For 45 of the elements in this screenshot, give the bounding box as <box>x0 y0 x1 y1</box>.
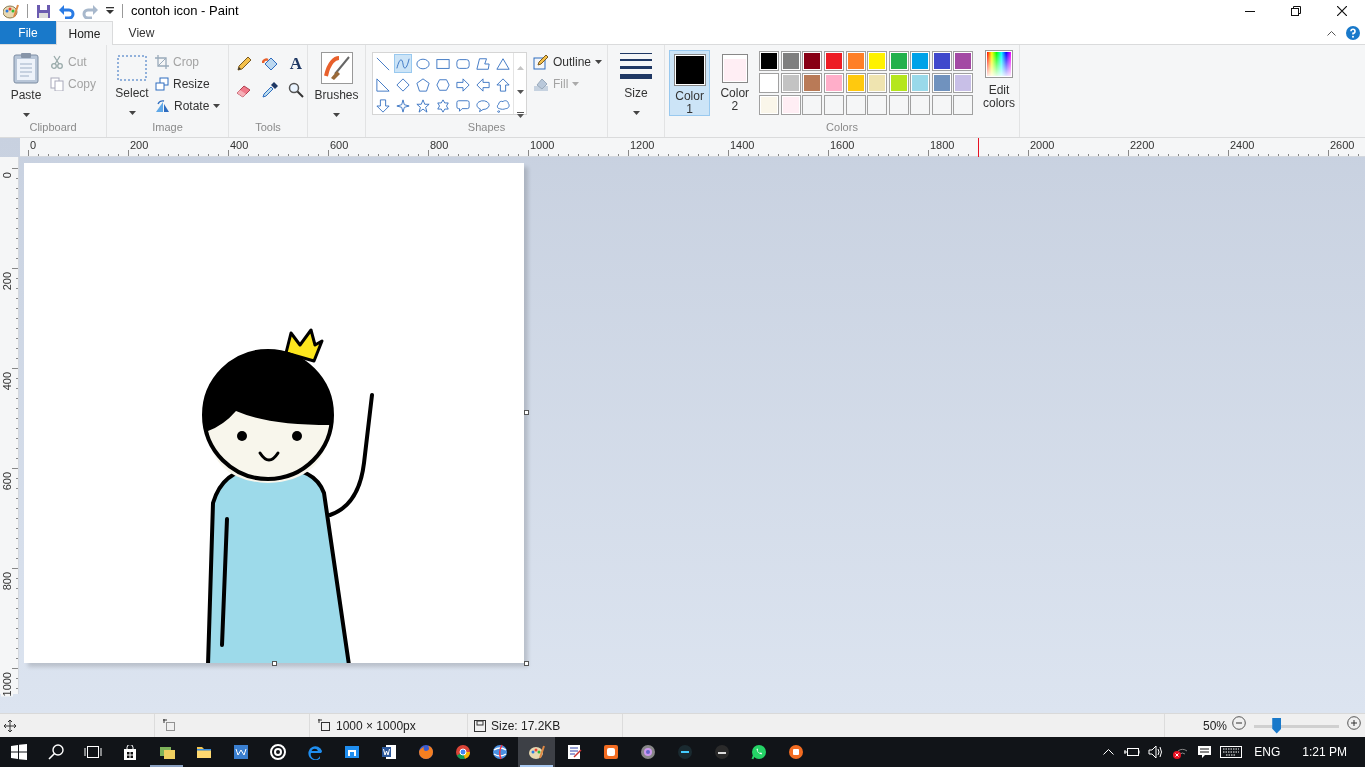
ruler-label: 2600 <box>1330 139 1357 151</box>
input-language-button[interactable]: ENG <box>1246 737 1289 767</box>
ruler-label: 400 <box>230 139 251 151</box>
ruler-label: 0 <box>1 170 13 179</box>
ribbon-button[interactable]: Rotate <box>155 96 221 116</box>
ruler-label: 2400 <box>1230 139 1257 151</box>
group-label: Shapes <box>467 120 506 135</box>
edit-colors-button[interactable]: Edit colors <box>979 50 1019 117</box>
ruler-label: 800 <box>1 570 13 591</box>
zoom-level: 50% <box>1202 717 1227 735</box>
ruler-label: 1600 <box>830 139 857 151</box>
ruler-label: 600 <box>330 139 351 151</box>
color-2-button[interactable]: Color 2 <box>714 50 756 116</box>
text-tool-button[interactable]: A <box>287 55 305 73</box>
ruler-label: 1400 <box>730 139 757 151</box>
ribbon-tab[interactable]: Home <box>56 21 113 45</box>
ribbon-button[interactable]: Outline <box>533 52 603 72</box>
select-button[interactable]: Select <box>115 52 149 112</box>
ribbon-tab[interactable]: File <box>0 21 56 44</box>
ribbon-button[interactable]: Resize <box>155 74 221 94</box>
ruler-label: 1000 <box>1 670 13 697</box>
ruler-label: 200 <box>1 270 13 291</box>
group-label: Tools <box>255 120 281 135</box>
ruler-label: 1000 <box>530 139 557 151</box>
group-label: Clipboard <box>29 120 77 135</box>
paste-button[interactable]: Paste <box>6 52 46 112</box>
ruler-label: 400 <box>1 370 13 391</box>
image-dimensions: 1000 × 1000px <box>336 717 416 735</box>
group-label: Colors <box>826 120 858 135</box>
ruler-label: 1800 <box>930 139 957 151</box>
brushes-button[interactable]: Brushes <box>314 52 359 112</box>
ruler-label: 200 <box>130 139 151 151</box>
ruler-label: 600 <box>1 470 13 491</box>
window-title: contoh icon - Paint <box>131 2 239 21</box>
ribbon-tab[interactable]: View <box>113 21 170 44</box>
size-button[interactable]: Size <box>620 52 652 112</box>
group-label: Image <box>152 120 183 135</box>
file-size: Size: 17.2KB <box>491 717 561 735</box>
ruler-label: 1200 <box>630 139 657 151</box>
color-1-button[interactable]: Color 1 <box>669 50 711 116</box>
ruler-label: 2200 <box>1130 139 1157 151</box>
ruler-label: 800 <box>430 139 451 151</box>
ruler-label: 2000 <box>1030 139 1057 151</box>
ruler-label: 0 <box>30 139 39 151</box>
clock-button[interactable]: 1:21 PM <box>1288 737 1365 767</box>
